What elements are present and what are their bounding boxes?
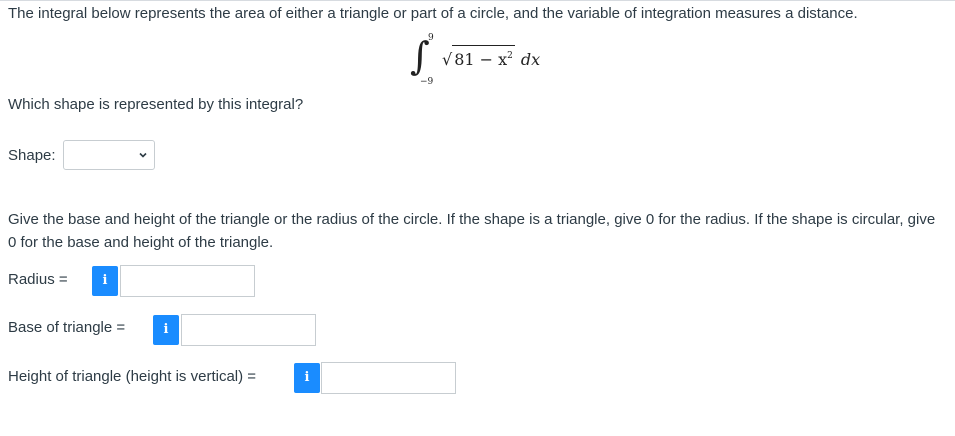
radical: √ 81 − x2 dx [442,45,540,70]
question-text: Which shape is represented by this integ… [8,96,304,113]
intro-text: The integral below represents the area o… [8,5,858,22]
radius-input[interactable] [120,265,255,297]
lower-limit: −9 [420,77,434,87]
shape-label: Shape: [8,147,56,164]
radius-info-button[interactable]: i [92,266,118,296]
radicand-exponent: 2 [507,51,513,61]
height-label: Height of triangle (height is vertical) … [8,368,257,385]
height-input[interactable] [321,362,456,394]
radicand-base: 81 − x [454,50,508,69]
square-root-icon: √ [442,50,453,69]
integral-expression: ∫ 9 −9 √ 81 − x2 dx [410,33,550,93]
top-divider [0,0,955,1]
height-info-button[interactable]: i [294,363,320,393]
base-input[interactable] [181,314,316,346]
chevron-down-icon [139,152,147,158]
radius-label: Radius = [8,271,68,288]
differential: dx [520,50,541,69]
integral-sign-icon: ∫ [410,34,430,78]
base-info-button[interactable]: i [153,315,179,345]
upper-limit: 9 [428,33,434,43]
instructions-text: Give the base and height of the triangle… [8,211,936,251]
base-label: Base of triangle = [8,319,126,336]
radicand: 81 − x2 [452,45,515,70]
shape-select[interactable] [63,140,155,170]
